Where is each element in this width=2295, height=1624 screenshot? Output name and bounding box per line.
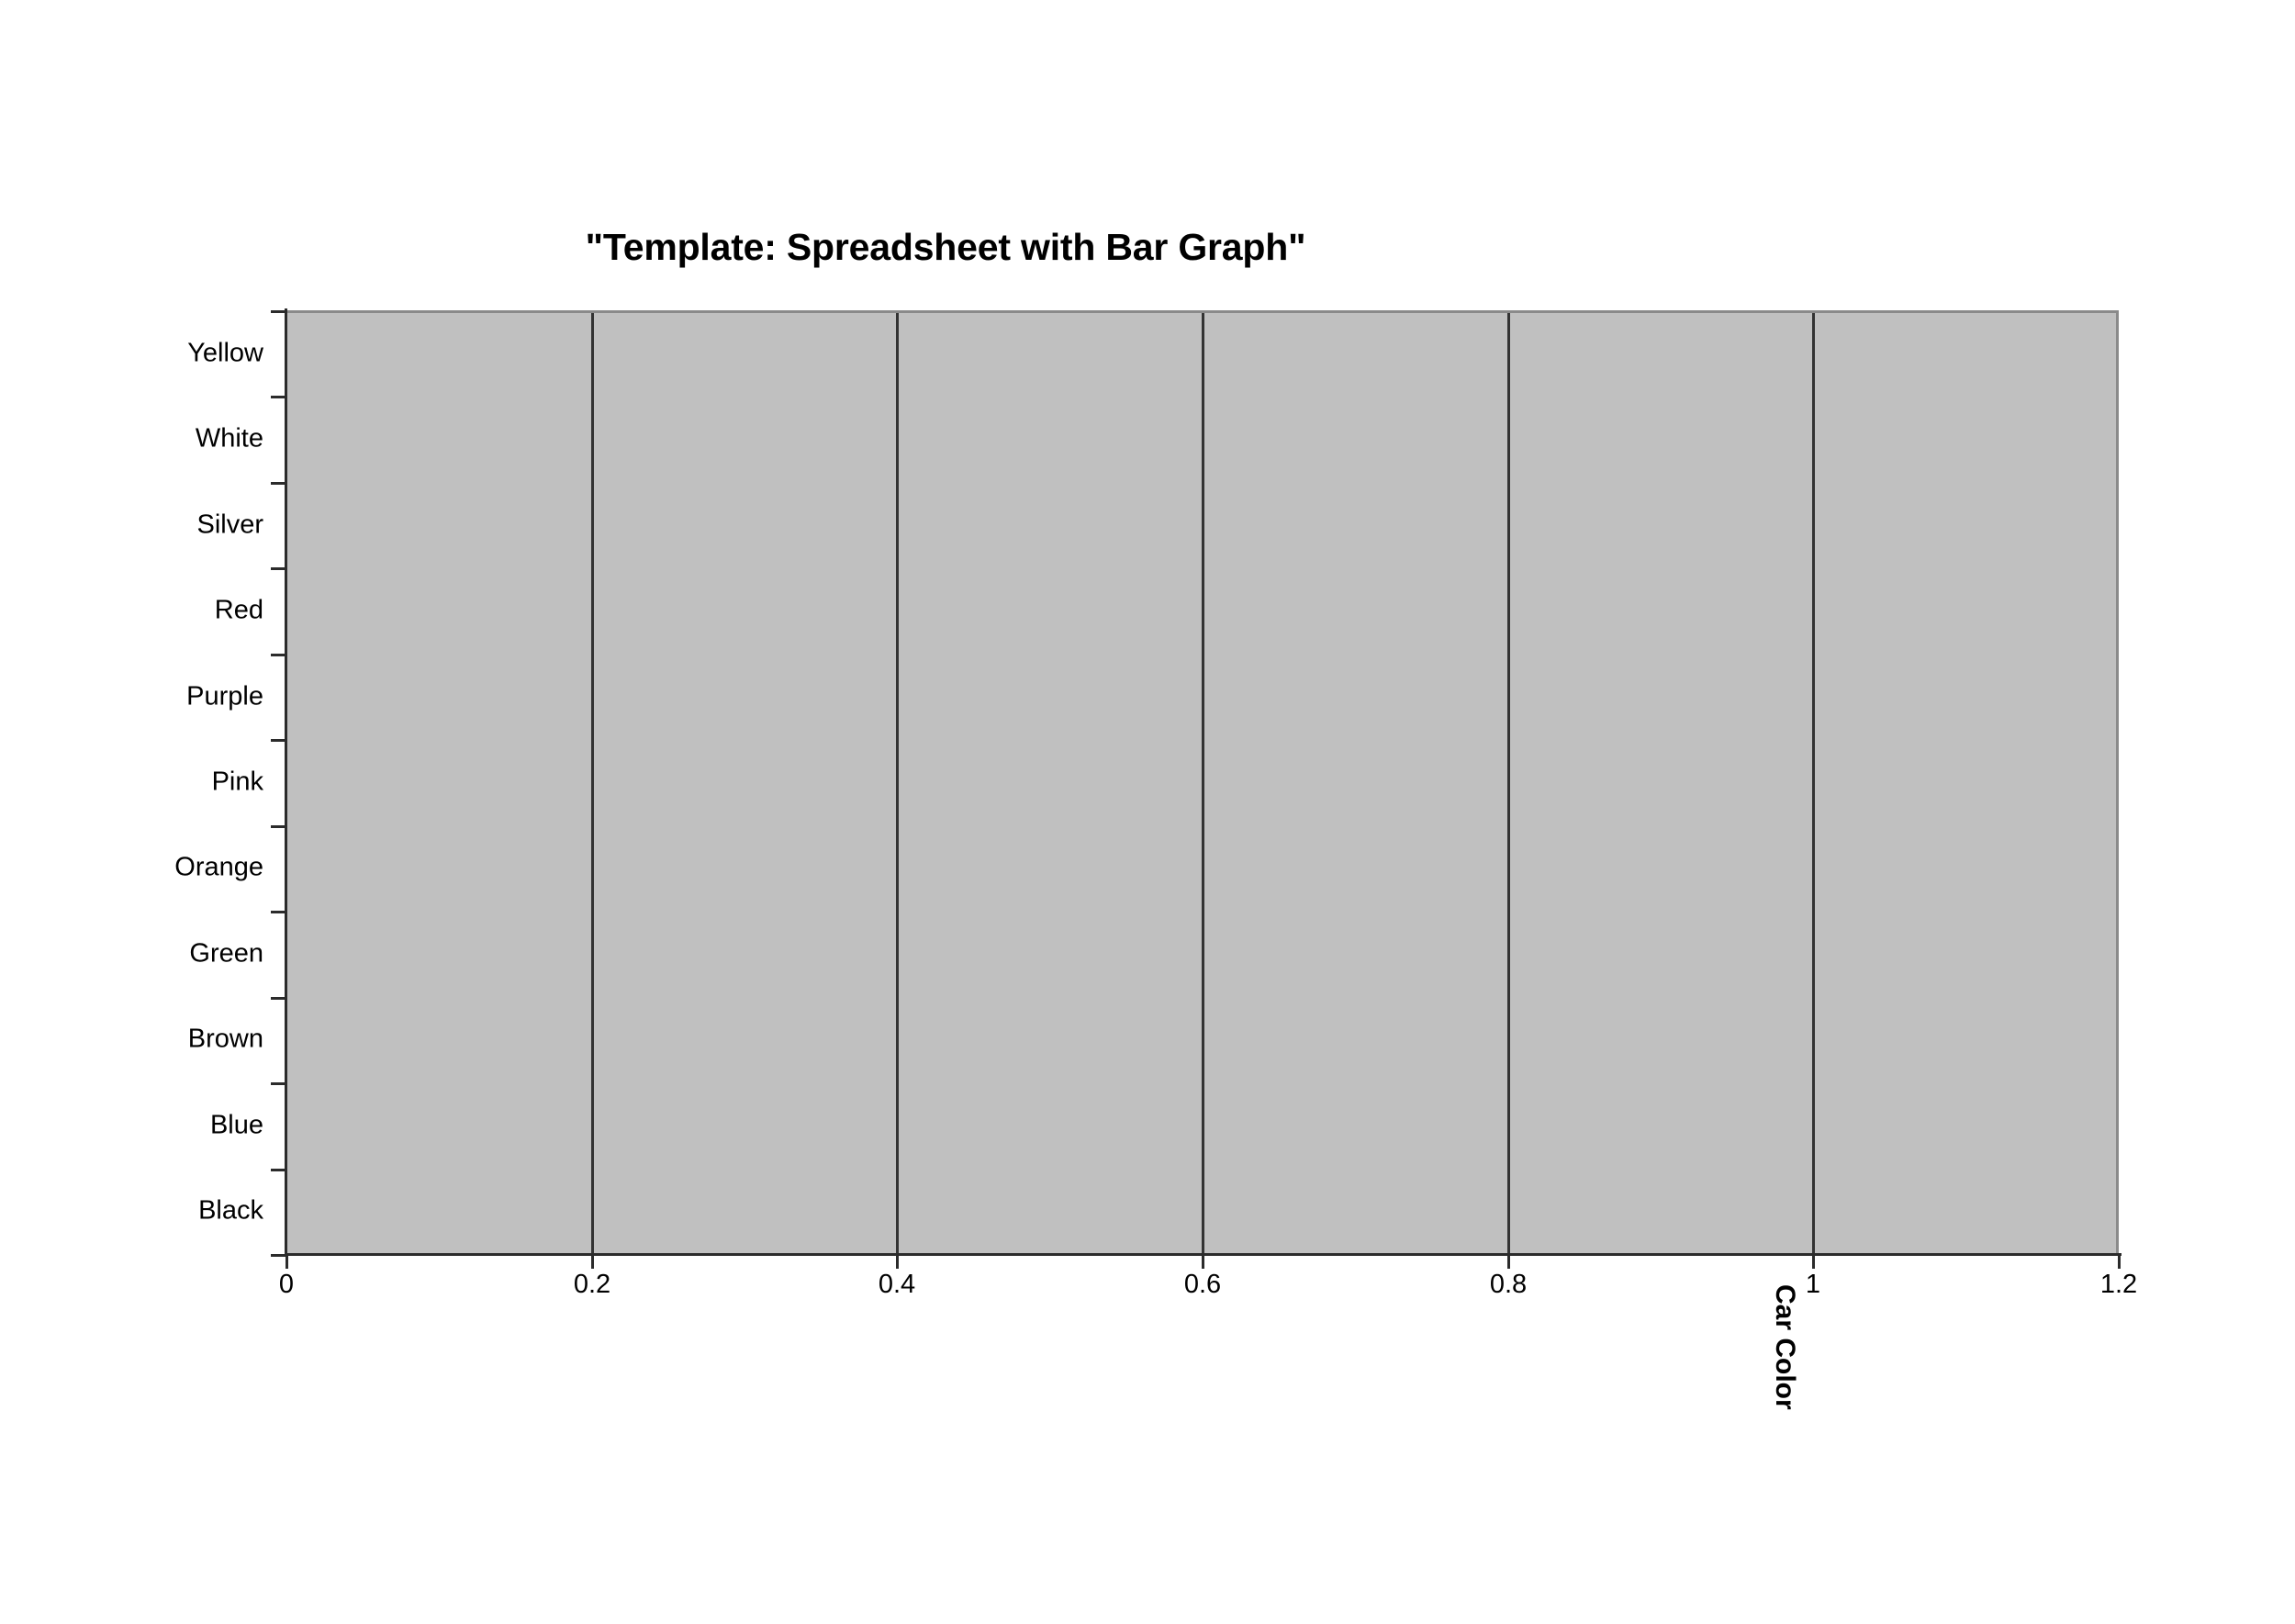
y-axis-tick	[271, 654, 287, 656]
x-axis-label: 0.4	[878, 1270, 916, 1299]
y-axis-tick	[271, 997, 287, 1000]
y-axis-label: Red	[214, 595, 263, 625]
x-axis-tick	[1202, 1254, 1204, 1269]
y-axis-tick	[271, 1082, 287, 1085]
y-axis-tick	[271, 482, 287, 485]
x-axis-tick	[2118, 1254, 2121, 1269]
chart-canvas: "Template: Spreadsheet with Bar Graph" Y…	[0, 0, 2295, 1624]
y-axis-label: Pink	[211, 767, 263, 797]
x-axis-label: 1	[1805, 1270, 1821, 1299]
y-axis-label: White	[195, 423, 263, 454]
y-axis-label: Black	[198, 1195, 263, 1226]
y-axis-label: Green	[189, 938, 263, 969]
y-axis-tick	[271, 310, 287, 313]
y-axis-label: Brown	[187, 1024, 263, 1054]
x-axis-tick	[285, 1254, 288, 1269]
y-axis-label: Yellow	[187, 338, 263, 368]
x-axis-label: 0.8	[1489, 1270, 1528, 1299]
y-axis-label: Blue	[209, 1110, 263, 1140]
y-axis-label: Purple	[186, 681, 263, 711]
y-axis-tick	[271, 739, 287, 742]
y-axis-label: Silver	[196, 510, 263, 540]
x-axis-label: 0.6	[1183, 1270, 1222, 1299]
x-axis-label: 0	[278, 1270, 295, 1299]
x-axis-tick	[1812, 1254, 1815, 1269]
y-axis-tick	[271, 396, 287, 398]
x-axis-title: Car Color	[1770, 1284, 1800, 1410]
y-axis-tick	[271, 567, 287, 570]
axis-ticks-layer: Yellow White Silver Red Purple Pink Orange Gree…	[0, 0, 2295, 1624]
x-axis-label: 0.2	[573, 1270, 611, 1299]
x-axis-tick	[1507, 1254, 1510, 1269]
y-axis-tick	[271, 911, 287, 913]
x-axis-label: 1.2	[2099, 1270, 2138, 1299]
y-axis-tick	[271, 825, 287, 828]
x-axis-tick	[591, 1254, 594, 1269]
y-axis-tick	[271, 1169, 287, 1171]
y-axis-label: Orange	[174, 852, 263, 882]
x-axis-tick	[896, 1254, 899, 1269]
